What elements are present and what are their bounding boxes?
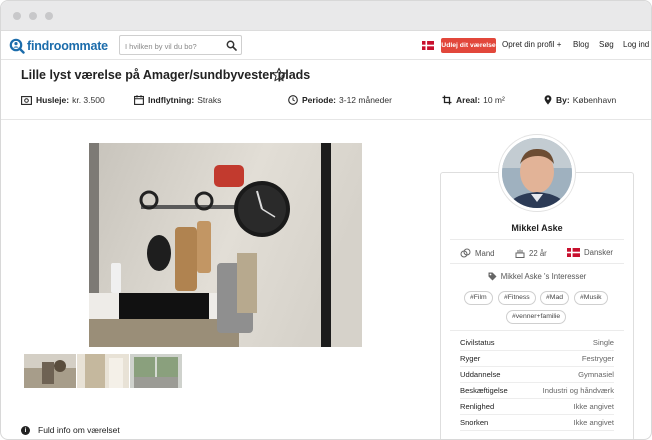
detail-key: Snorken — [460, 418, 489, 427]
crop-icon — [442, 95, 452, 105]
fact-period: Periode: 3-12 måneder — [288, 95, 392, 105]
fact-label: Periode: — [302, 95, 337, 105]
detail-key: Renlighed — [460, 402, 495, 411]
profile-detail-row: Beskæftigelse Industri og håndværk — [460, 383, 614, 399]
profile-detail-row: Uddannelse Gymnasiel — [460, 367, 614, 383]
photo-thumbnail-2[interactable] — [77, 354, 129, 388]
profile-divider — [450, 239, 624, 240]
rent-room-button[interactable]: Udlej dit værelse — [441, 38, 496, 53]
nav-link-blog[interactable]: Blog — [573, 40, 589, 49]
profile-detail-row: Snorken Ikke angivet — [460, 415, 614, 431]
interests-heading-text: Mikkel Aske 's Interesser — [500, 272, 587, 281]
danish-flag-icon[interactable] — [422, 41, 434, 50]
profile-gender: Mand — [460, 248, 495, 258]
detail-value: Industri og håndværk — [542, 386, 614, 395]
calendar-icon — [134, 95, 144, 105]
window-titlebar — [1, 1, 651, 31]
city-search-input[interactable] — [120, 37, 220, 56]
map-pin-icon — [544, 95, 552, 105]
listing-facts: Husleje: kr. 3.500 Indflytning: Straks P… — [1, 95, 651, 109]
profile-nationality-text: Dansker — [584, 248, 614, 257]
interest-tag[interactable]: #Fitness — [498, 291, 536, 305]
fact-label: Indflytning: — [148, 95, 195, 105]
window-close-dot[interactable] — [13, 12, 21, 20]
interest-tag[interactable]: #Musik — [574, 291, 608, 305]
kitchen-photo-illustration — [89, 143, 362, 347]
fact-label: Husleje: — [36, 95, 70, 105]
danish-flag-icon — [567, 248, 580, 257]
detail-value: Ikke angivet — [573, 418, 614, 427]
fact-label: Areal: — [456, 95, 481, 105]
browser-window: findroommate Udlej dit værelse Opret din… — [0, 0, 652, 440]
top-navbar: findroommate Udlej dit værelse Opret din… — [1, 31, 651, 60]
interest-tag[interactable]: #Mad — [540, 291, 570, 305]
nav-link-search[interactable]: Søg — [599, 40, 614, 49]
window-maximize-dot[interactable] — [45, 12, 53, 20]
detail-value: Single — [592, 338, 614, 347]
favorite-star-icon[interactable] — [271, 67, 287, 83]
profile-age-text: 22 år — [529, 248, 547, 258]
window-minimize-dot[interactable] — [29, 12, 37, 20]
header-divider — [1, 119, 651, 120]
fact-area: Areal: 10 m² — [442, 95, 505, 105]
detail-value: Festryger — [581, 354, 614, 363]
full-room-info-section[interactable]: i Fuld info om værelset — [21, 425, 120, 435]
detail-value: Gymnasiel — [578, 370, 614, 379]
fact-move-in: Indflytning: Straks — [134, 95, 221, 105]
photo-thumbnail-1[interactable] — [24, 354, 76, 388]
full-room-info-title: Fuld info om værelset — [38, 425, 120, 435]
interest-tag[interactable]: #Film — [464, 291, 493, 305]
listing-title: Lille lyst værelse på Amager/sundbyveste… — [21, 68, 311, 82]
nav-link-login[interactable]: Log ind — [623, 40, 649, 49]
detail-key: Ryger — [460, 354, 481, 363]
detail-key: Uddannelse — [460, 370, 501, 379]
birthday-cake-icon — [515, 249, 525, 258]
profile-detail-row: Ryger Festryger — [460, 351, 614, 367]
fact-city: By: København — [544, 95, 616, 105]
profile-detail-row: Renlighed Ikke angivet — [460, 399, 614, 415]
thumbnail-image — [130, 354, 182, 388]
logo-magnifier-icon — [9, 38, 25, 54]
profile-age: 22 år — [515, 248, 547, 258]
profile-name: Mikkel Aske — [511, 223, 563, 233]
site-logo[interactable]: findroommate — [9, 38, 108, 54]
room-main-photo[interactable] — [89, 143, 362, 347]
detail-key: Beskæftigelse — [460, 386, 508, 395]
nav-link-create-profile[interactable]: Opret din profil + — [502, 40, 561, 49]
city-search — [119, 35, 242, 56]
profile-nationality: Dansker — [567, 248, 613, 257]
thumbnail-image — [24, 354, 76, 388]
fact-value: København — [572, 95, 617, 105]
info-icon: i — [21, 425, 30, 435]
profile-gender-text: Mand — [475, 248, 495, 258]
gender-icon — [460, 248, 471, 258]
fact-rent: Husleje: kr. 3.500 — [21, 95, 105, 105]
clock-icon — [288, 95, 298, 105]
profile-photo — [502, 138, 572, 208]
profile-divider — [450, 263, 624, 264]
interests-heading: Mikkel Aske 's Interesser — [440, 272, 634, 281]
avatar[interactable] — [499, 135, 575, 211]
fact-label: By: — [556, 95, 570, 105]
money-icon — [21, 95, 32, 105]
logo-text: findroommate — [27, 39, 108, 53]
fact-value: 3-12 måneder — [339, 95, 392, 105]
thumbnail-image — [77, 354, 129, 388]
tag-icon — [488, 272, 497, 281]
search-icon[interactable] — [226, 40, 237, 51]
detail-key: Civilstatus — [460, 338, 495, 347]
detail-value: Ikke angivet — [573, 402, 614, 411]
fact-value: 10 m² — [483, 95, 505, 105]
profile-divider — [450, 330, 624, 331]
fact-value: Straks — [197, 95, 222, 105]
interest-tag[interactable]: #venner+familie — [506, 310, 567, 324]
photo-thumbnail-3[interactable] — [130, 354, 182, 388]
profile-detail-row: Civilstatus Single — [460, 335, 614, 351]
fact-value: kr. 3.500 — [72, 95, 105, 105]
